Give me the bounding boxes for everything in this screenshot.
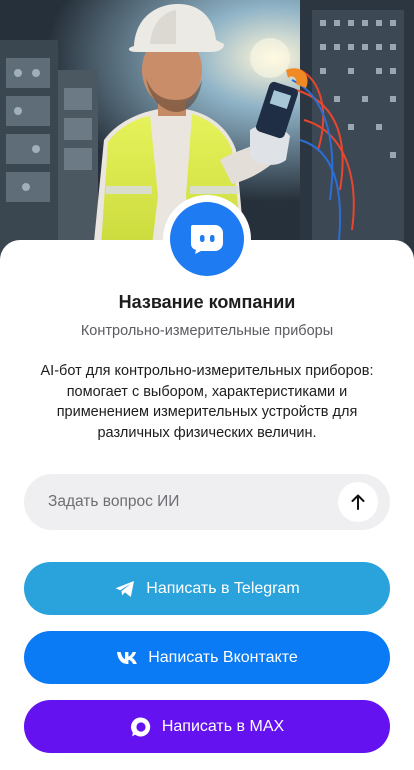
bot-avatar — [163, 195, 251, 283]
right-panel — [291, 0, 414, 262]
company-name: Название компании — [118, 292, 296, 312]
vk-button-label: Написать Вконтакте — [148, 648, 298, 666]
left-cabinets — [0, 40, 98, 262]
send-button[interactable] — [338, 482, 378, 522]
max-button[interactable]: Написать в MAX — [24, 700, 390, 753]
vk-button[interactable]: Написать Вконтакте — [24, 631, 390, 684]
max-icon — [130, 716, 151, 736]
ask-ai-input[interactable] — [48, 474, 348, 530]
bot-avatar-circle — [170, 202, 244, 276]
company-subtitle: Контрольно-измерительные приборы — [80, 323, 334, 339]
telegram-button[interactable]: Написать в Telegram — [24, 562, 390, 615]
chat-bot-icon — [190, 225, 223, 254]
ask-ai-bar — [24, 474, 390, 530]
company-description: AI-бот для контрольно-измерительных приб… — [40, 363, 374, 441]
telegram-icon — [115, 580, 135, 597]
arrow-up-icon — [351, 494, 365, 510]
telegram-button-label: Написать в Telegram — [146, 579, 300, 597]
vk-icon — [117, 651, 138, 664]
max-button-label: Написать в MAX — [161, 717, 285, 735]
